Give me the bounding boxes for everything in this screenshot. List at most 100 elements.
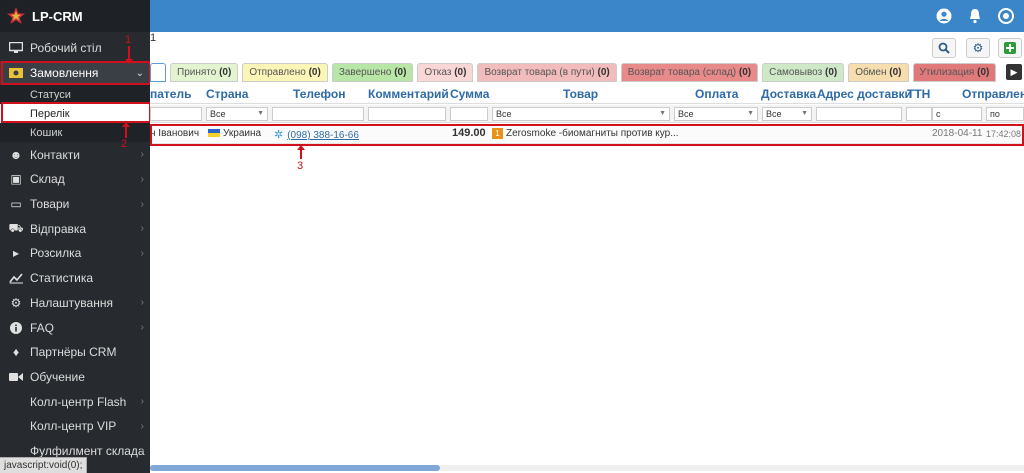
sidebar-item-callcenter-vip[interactable]: Колл-центр VIP › bbox=[0, 414, 150, 439]
chevron-right-icon: › bbox=[140, 247, 144, 259]
tab-disposal[interactable]: Утилизация (0) bbox=[912, 62, 997, 82]
submenu-item-list[interactable]: Перелік bbox=[0, 104, 150, 124]
column-header-sent[interactable]: Отправлен bbox=[962, 87, 1024, 101]
chart-icon bbox=[8, 271, 24, 285]
filter-address[interactable] bbox=[816, 107, 902, 121]
settings-button[interactable]: ⚙ bbox=[966, 38, 990, 58]
sidebar-item-statistics[interactable]: Статистика bbox=[0, 266, 150, 291]
chevron-right-icon: › bbox=[140, 420, 144, 432]
annotation-number: 1 bbox=[125, 34, 132, 46]
quantity-badge: 1 bbox=[492, 128, 503, 139]
chevron-right-icon: › bbox=[140, 322, 144, 334]
sidebar-item-warehouse[interactable]: ▣ Склад › bbox=[0, 167, 150, 192]
tab-return-warehouse[interactable]: Возврат товара (склад) (0) bbox=[620, 62, 759, 82]
ukraine-flag-icon bbox=[208, 129, 220, 138]
phone-link[interactable]: (098) 388-16-66 bbox=[287, 130, 359, 141]
top-bar bbox=[150, 0, 1024, 32]
money-icon bbox=[8, 66, 24, 80]
table-row[interactable]: н Іванович Украина ✲ (098) 388-16-66 149.… bbox=[150, 124, 1024, 144]
horizontal-scrollbar[interactable] bbox=[150, 465, 1024, 471]
browser-status-tooltip: javascript:void(0); bbox=[0, 457, 88, 473]
sidebar: LP-CRM Робочий стіл Замовлення ⌄ Статуси… bbox=[0, 0, 150, 473]
chevron-right-icon: › bbox=[140, 198, 144, 210]
filter-delivery[interactable]: Все ▼ bbox=[762, 107, 812, 121]
filter-sum[interactable] bbox=[450, 107, 488, 121]
breadcrumb: 1 bbox=[150, 32, 157, 44]
sidebar-item-label: Статистика bbox=[30, 271, 94, 286]
sidebar-item-label: Фулфилмент склада bbox=[30, 443, 145, 458]
handshake-icon: ♦ bbox=[12, 345, 20, 360]
tab-accepted[interactable]: Принято (0) bbox=[170, 62, 239, 82]
column-header-delivery[interactable]: Доставка bbox=[761, 87, 816, 101]
tray-icon: ▭ bbox=[10, 197, 22, 212]
filter-payment[interactable]: Все ▼ bbox=[674, 107, 758, 121]
tab-sent[interactable]: Отправлено (0) bbox=[242, 62, 328, 82]
bullhorn-icon: ▸ bbox=[12, 246, 20, 261]
sidebar-item-faq[interactable]: FAQ › bbox=[0, 315, 150, 340]
chevron-right-icon: › bbox=[140, 297, 144, 309]
column-header-customer[interactable]: патель bbox=[150, 87, 191, 101]
filter-phone[interactable] bbox=[272, 107, 364, 121]
sidebar-item-contacts[interactable]: ☻ Контакти › bbox=[0, 142, 150, 167]
bell-icon[interactable] bbox=[967, 8, 983, 24]
scroll-tabs-button[interactable]: ▶ bbox=[1006, 64, 1022, 80]
filter-ttn[interactable] bbox=[906, 107, 932, 121]
tab-pickup[interactable]: Самовывоз (0) bbox=[762, 62, 845, 82]
annotation-number: 3 bbox=[297, 160, 304, 172]
tab-return-transit[interactable]: Возврат товара (в пути) (0) bbox=[477, 62, 617, 82]
sidebar-item-partners[interactable]: ♦ Партнёры CRM bbox=[0, 340, 150, 365]
tab-refused[interactable]: Отказ (0) bbox=[417, 62, 474, 82]
gear-icon: ⚙ bbox=[972, 41, 984, 55]
brand[interactable]: LP-CRM bbox=[0, 0, 150, 32]
filter-customer[interactable] bbox=[150, 107, 202, 121]
app-title: LP-CRM bbox=[32, 8, 83, 24]
chevron-right-icon: › bbox=[140, 149, 144, 161]
dropdown-arrow-icon: ▼ bbox=[659, 110, 666, 117]
cell-product: 1 Zerosmoke -биомагниты против кур... bbox=[492, 128, 679, 139]
phone-call-icon[interactable]: ✲ bbox=[274, 129, 283, 141]
sidebar-item-training[interactable]: Обучение bbox=[0, 365, 150, 390]
sidebar-item-callcenter-flash[interactable]: Колл-центр Flash › bbox=[0, 389, 150, 414]
truck-icon: ⛟ bbox=[8, 220, 24, 235]
annotation-arrow-down bbox=[125, 46, 133, 64]
sidebar-item-label: Налаштування bbox=[30, 295, 113, 310]
sidebar-item-shipping[interactable]: ⛟ Відправка › bbox=[0, 216, 150, 241]
filter-sent-to[interactable]: по bbox=[986, 107, 1024, 121]
column-header-ttn[interactable]: ТТН bbox=[907, 87, 930, 101]
cell-sent-date: 2018-04-11 bbox=[932, 128, 983, 139]
desktop-icon bbox=[8, 41, 24, 55]
filter-comment[interactable] bbox=[368, 107, 446, 121]
user-icon[interactable] bbox=[936, 8, 952, 24]
gear-icon: ⚙ bbox=[10, 295, 22, 310]
column-header-payment[interactable]: Оплата bbox=[695, 87, 738, 101]
scrollbar-thumb[interactable] bbox=[150, 465, 440, 471]
tab-current[interactable] bbox=[150, 62, 166, 82]
support-icon[interactable] bbox=[998, 8, 1014, 24]
column-header-sum[interactable]: Сумма bbox=[450, 87, 489, 101]
status-tabs: Принято (0) Отправлено (0) Завершено (0)… bbox=[150, 62, 1000, 82]
sidebar-item-label: Склад bbox=[30, 172, 65, 187]
users-icon: ☻ bbox=[9, 147, 23, 162]
sidebar-item-products[interactable]: ▭ Товари › bbox=[0, 192, 150, 217]
column-header-address[interactable]: Адрес доставки bbox=[817, 87, 912, 101]
sidebar-item-orders[interactable]: Замовлення ⌄ bbox=[0, 60, 150, 86]
table-header: патель Страна Телефон Комментарий Сумма … bbox=[150, 84, 1024, 104]
column-header-country[interactable]: Страна bbox=[206, 87, 248, 101]
filter-sent-from[interactable]: c bbox=[932, 107, 982, 121]
add-order-button[interactable] bbox=[998, 38, 1022, 58]
filter-country[interactable]: Все ▼ bbox=[206, 107, 268, 121]
column-header-product[interactable]: Товар bbox=[563, 87, 598, 101]
submenu-item-statuses[interactable]: Статуси bbox=[0, 85, 150, 104]
chevron-right-icon: › bbox=[140, 396, 144, 408]
sidebar-item-mailing[interactable]: ▸ Розсилка › bbox=[0, 241, 150, 266]
tab-exchange[interactable]: Обмен (0) bbox=[848, 62, 909, 82]
column-header-comment[interactable]: Комментарий bbox=[368, 87, 449, 101]
sidebar-item-label: Колл-центр Flash bbox=[30, 394, 127, 409]
sidebar-item-label: Контакти bbox=[30, 147, 80, 162]
search-button[interactable] bbox=[932, 38, 956, 58]
filter-product[interactable]: Все ▼ bbox=[492, 107, 670, 121]
cell-phone: ✲ (098) 388-16-66 bbox=[274, 128, 359, 141]
sidebar-item-settings[interactable]: ⚙ Налаштування › bbox=[0, 291, 150, 316]
tab-completed[interactable]: Завершено (0) bbox=[331, 62, 414, 82]
column-header-phone[interactable]: Телефон bbox=[293, 87, 345, 101]
